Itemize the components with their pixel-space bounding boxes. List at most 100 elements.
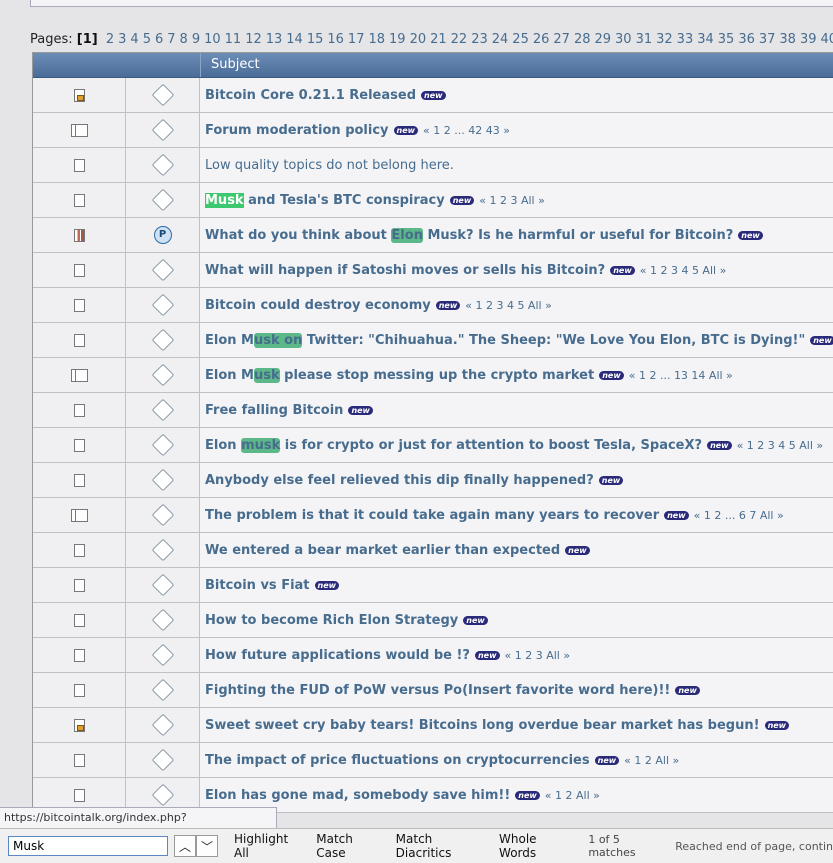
topic-page-links[interactable]: « 1 2 3 4 5 All » <box>465 299 552 312</box>
topic-link[interactable]: Forum moderation policy <box>205 123 389 138</box>
page-link[interactable]: 4 <box>130 32 138 47</box>
topic-link[interactable]: Low quality topics do not belong here. <box>205 158 454 173</box>
find-next-button[interactable]: ﹀ <box>196 835 218 857</box>
new-badge[interactable]: new <box>664 511 689 520</box>
page-link[interactable]: 18 <box>368 32 385 47</box>
new-badge[interactable]: new <box>595 756 620 765</box>
topic-page-links[interactable]: « 1 2 3 All » <box>505 649 571 662</box>
page-link[interactable]: 38 <box>779 32 796 47</box>
new-badge[interactable]: new <box>394 126 419 135</box>
new-badge[interactable]: new <box>436 301 461 310</box>
page-link[interactable]: 5 <box>143 32 151 47</box>
topic-link[interactable]: We entered a bear market earlier than ex… <box>205 543 560 558</box>
topic-link[interactable]: Bitcoin Core 0.21.1 Released <box>205 88 416 103</box>
topic-link[interactable]: Bitcoin could destroy economy <box>205 298 431 313</box>
page-link[interactable]: 17 <box>348 32 365 47</box>
new-badge[interactable]: new <box>599 371 624 380</box>
new-badge[interactable]: new <box>421 91 446 100</box>
page-link[interactable]: 20 <box>410 32 427 47</box>
whole-words-option[interactable]: Whole Words <box>499 832 570 860</box>
topic-page-links[interactable]: « 1 2 All » <box>624 754 679 767</box>
page-link[interactable]: 30 <box>615 32 632 47</box>
page-link[interactable]: 21 <box>430 32 447 47</box>
page-link[interactable]: 2 <box>106 32 114 47</box>
table-row: How to become Rich Elon Strategy new <box>33 603 833 638</box>
topic-link[interactable]: The problem is that it could take again … <box>205 508 659 523</box>
page-link[interactable]: 13 <box>266 32 283 47</box>
page-link[interactable]: 15 <box>307 32 324 47</box>
new-badge[interactable]: new <box>348 406 373 415</box>
page-link[interactable]: 10 <box>204 32 221 47</box>
new-badge[interactable]: new <box>515 791 540 800</box>
new-badge[interactable]: new <box>738 231 763 240</box>
topic-link[interactable]: What will happen if Satoshi moves or sel… <box>205 263 605 278</box>
topic-link[interactable]: How to become Rich Elon Strategy <box>205 613 458 628</box>
topic-page-links[interactable]: « 1 2 ... 6 7 All » <box>694 509 784 522</box>
topic-page-links[interactable]: « 1 2 3 4 5 All » <box>737 439 824 452</box>
new-badge[interactable]: new <box>599 476 624 485</box>
topic-page-links[interactable]: « 1 2 ... 42 43 » <box>423 124 510 137</box>
new-badge[interactable]: new <box>450 196 475 205</box>
page-link[interactable]: 26 <box>533 32 550 47</box>
page-link[interactable]: 8 <box>180 32 188 47</box>
page-link[interactable]: 25 <box>512 32 529 47</box>
match-case-option[interactable]: Match Case <box>316 832 379 860</box>
topic-link[interactable]: How future applications would be !? <box>205 648 470 663</box>
page-link[interactable]: 39 <box>800 32 817 47</box>
previous-table-edge <box>30 0 833 7</box>
page-link[interactable]: 11 <box>225 32 242 47</box>
topic-link[interactable]: Bitcoin vs Fiat <box>205 578 310 593</box>
new-badge[interactable]: new <box>675 686 700 695</box>
topic-page-links[interactable]: « 1 2 3 4 5 All » <box>640 264 727 277</box>
find-input[interactable] <box>8 836 168 856</box>
topic-link[interactable]: Anybody else feel relieved this dip fina… <box>205 473 594 488</box>
topic-link[interactable]: What do you think about Elon Musk? Is he… <box>205 228 733 243</box>
highlight-all-option[interactable]: Highlight All <box>234 832 300 860</box>
topic-link[interactable]: Elon Musk on Twitter: "Chihuahua." The S… <box>205 333 805 348</box>
topic-link[interactable]: Musk and Tesla's BTC conspiracy <box>205 193 445 208</box>
page-link[interactable]: 28 <box>574 32 591 47</box>
page-link[interactable]: 16 <box>327 32 344 47</box>
find-previous-button[interactable]: ︿ <box>174 835 196 857</box>
page-link[interactable]: 24 <box>492 32 509 47</box>
new-badge[interactable]: new <box>463 616 488 625</box>
page-link[interactable]: 29 <box>594 32 611 47</box>
page-link[interactable]: 23 <box>471 32 488 47</box>
new-badge[interactable]: new <box>765 721 790 730</box>
page-link[interactable]: 37 <box>759 32 776 47</box>
topic-page-links[interactable]: « 1 2 All » <box>545 789 600 802</box>
page-link[interactable]: 14 <box>286 32 303 47</box>
new-badge[interactable]: new <box>810 336 833 345</box>
page-link[interactable]: 19 <box>389 32 406 47</box>
topic-link[interactable]: Fighting the FUD of PoW versus Po(Insert… <box>205 683 670 698</box>
new-badge[interactable]: new <box>565 546 590 555</box>
new-badge[interactable]: new <box>475 651 500 660</box>
page-link[interactable]: 35 <box>718 32 735 47</box>
new-badge[interactable]: new <box>707 441 732 450</box>
page-link[interactable]: 12 <box>245 32 262 47</box>
new-badge[interactable]: new <box>610 266 635 275</box>
new-badge[interactable]: new <box>315 581 340 590</box>
topic-link[interactable]: Elon musk is for crypto or just for atte… <box>205 438 702 453</box>
topic-link[interactable]: Elon Musk please stop messing up the cry… <box>205 368 594 383</box>
page-link[interactable]: 32 <box>656 32 673 47</box>
page-link[interactable]: 40 <box>821 32 833 47</box>
page-link[interactable]: 3 <box>118 32 126 47</box>
topic-link[interactable]: The impact of price fluctuations on cryp… <box>205 753 590 768</box>
page-link[interactable]: 27 <box>553 32 570 47</box>
page-link[interactable]: 6 <box>155 32 163 47</box>
topic-page-links[interactable]: « 1 2 3 All » <box>479 194 545 207</box>
subject-header[interactable]: Subject <box>200 53 833 77</box>
page-link[interactable]: 33 <box>677 32 694 47</box>
page-link[interactable]: 34 <box>697 32 714 47</box>
page-link[interactable]: 7 <box>167 32 175 47</box>
topic-page-links[interactable]: « 1 2 ... 13 14 All » <box>629 369 733 382</box>
page-link[interactable]: 36 <box>738 32 755 47</box>
page-link[interactable]: 9 <box>192 32 200 47</box>
topic-link[interactable]: Sweet sweet cry baby tears! Bitcoins lon… <box>205 718 760 733</box>
match-diacritics-option[interactable]: Match Diacritics <box>396 832 483 860</box>
topic-link[interactable]: Free falling Bitcoin <box>205 403 343 418</box>
topic-link[interactable]: Elon has gone mad, somebody save him!! <box>205 788 510 803</box>
page-link[interactable]: 22 <box>451 32 468 47</box>
page-link[interactable]: 31 <box>636 32 653 47</box>
